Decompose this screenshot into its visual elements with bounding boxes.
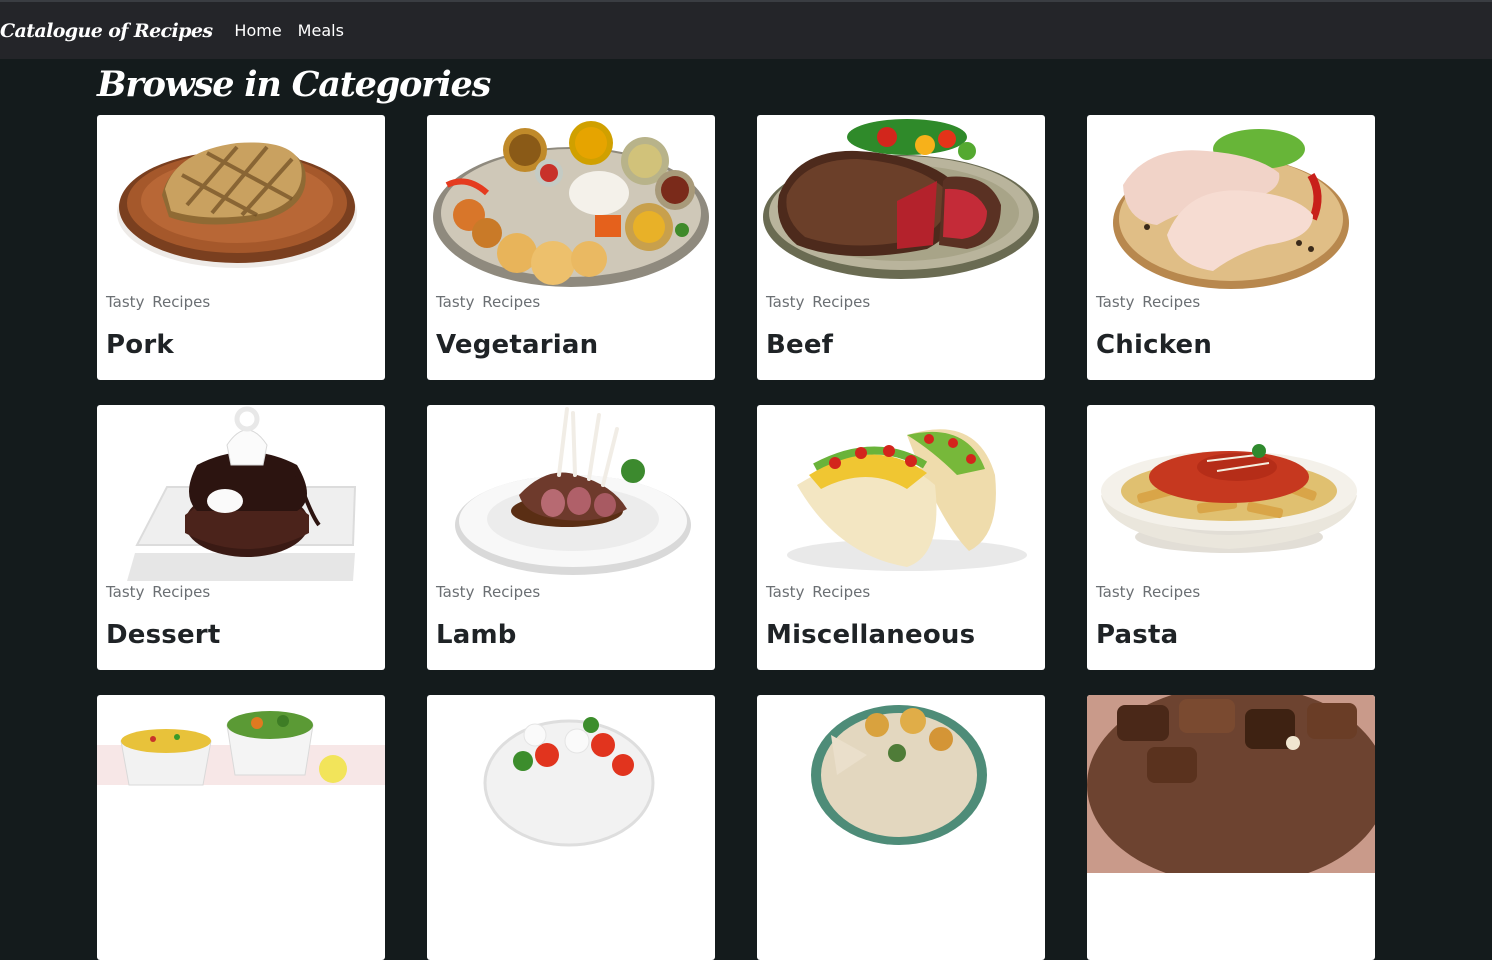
card-subtitle: Tasty Recipes (106, 583, 211, 601)
card-title: Lamb (436, 620, 517, 650)
card-title: Vegetarian (436, 330, 599, 360)
nav-link-home[interactable]: Home (234, 21, 281, 40)
chocolate-dessert-image (97, 405, 385, 583)
category-card-miscellaneous[interactable]: Tasty Recipes Miscellaneous (757, 405, 1045, 670)
nav-link-meals[interactable]: Meals (298, 21, 344, 40)
beef-steak-image (757, 115, 1045, 293)
lamb-rack-image (427, 405, 715, 583)
card-subtitle: Tasty Recipes (766, 583, 871, 601)
category-card-vegetarian[interactable]: Tasty Recipes Vegetarian (427, 115, 715, 380)
card-title: Beef (766, 330, 834, 360)
card-title: Dessert (106, 620, 221, 650)
caprese-salad-image (427, 695, 715, 873)
card-subtitle: Tasty Recipes (106, 293, 211, 311)
category-card-pasta[interactable]: Tasty Recipes Pasta (1087, 405, 1375, 670)
card-subtitle: Tasty Recipes (766, 293, 871, 311)
category-card-beef[interactable]: Tasty Recipes Beef (757, 115, 1045, 380)
category-card-chicken[interactable]: Tasty Recipes Chicken (1087, 115, 1375, 380)
raw-chicken-image (1087, 115, 1375, 293)
category-card-pork[interactable]: Tasty Recipes Pork (97, 115, 385, 380)
card-title: Chicken (1096, 330, 1213, 360)
category-card-starter[interactable] (427, 695, 715, 960)
navbar: Catalogue of Recipes Home Meals (0, 2, 1492, 59)
category-card-side[interactable] (97, 695, 385, 960)
card-title: Pork (106, 330, 174, 360)
page-title: Browse in Categories (97, 64, 491, 105)
card-subtitle: Tasty Recipes (436, 293, 541, 311)
pork-steak-image (97, 115, 385, 293)
grilled-platter-image (757, 695, 1045, 873)
category-card-goat[interactable] (1087, 695, 1375, 960)
category-card-lamb[interactable]: Tasty Recipes Lamb (427, 405, 715, 670)
card-subtitle: Tasty Recipes (436, 583, 541, 601)
vegetarian-thali-image (427, 115, 715, 293)
tacos-image (757, 405, 1045, 583)
card-title: Miscellaneous (766, 620, 976, 650)
category-card-side-platter[interactable] (757, 695, 1045, 960)
category-card-dessert[interactable]: Tasty Recipes Dessert (97, 405, 385, 670)
card-title: Pasta (1096, 620, 1179, 650)
brand-logo[interactable]: Catalogue of Recipes (0, 20, 213, 42)
category-grid: Tasty Recipes Pork Tasty Recipes Vegetar… (97, 115, 1375, 960)
stewed-meat-image (1087, 695, 1375, 873)
side-dishes-image (97, 695, 385, 873)
card-subtitle: Tasty Recipes (1096, 293, 1201, 311)
penne-pasta-image (1087, 405, 1375, 583)
card-subtitle: Tasty Recipes (1096, 583, 1201, 601)
